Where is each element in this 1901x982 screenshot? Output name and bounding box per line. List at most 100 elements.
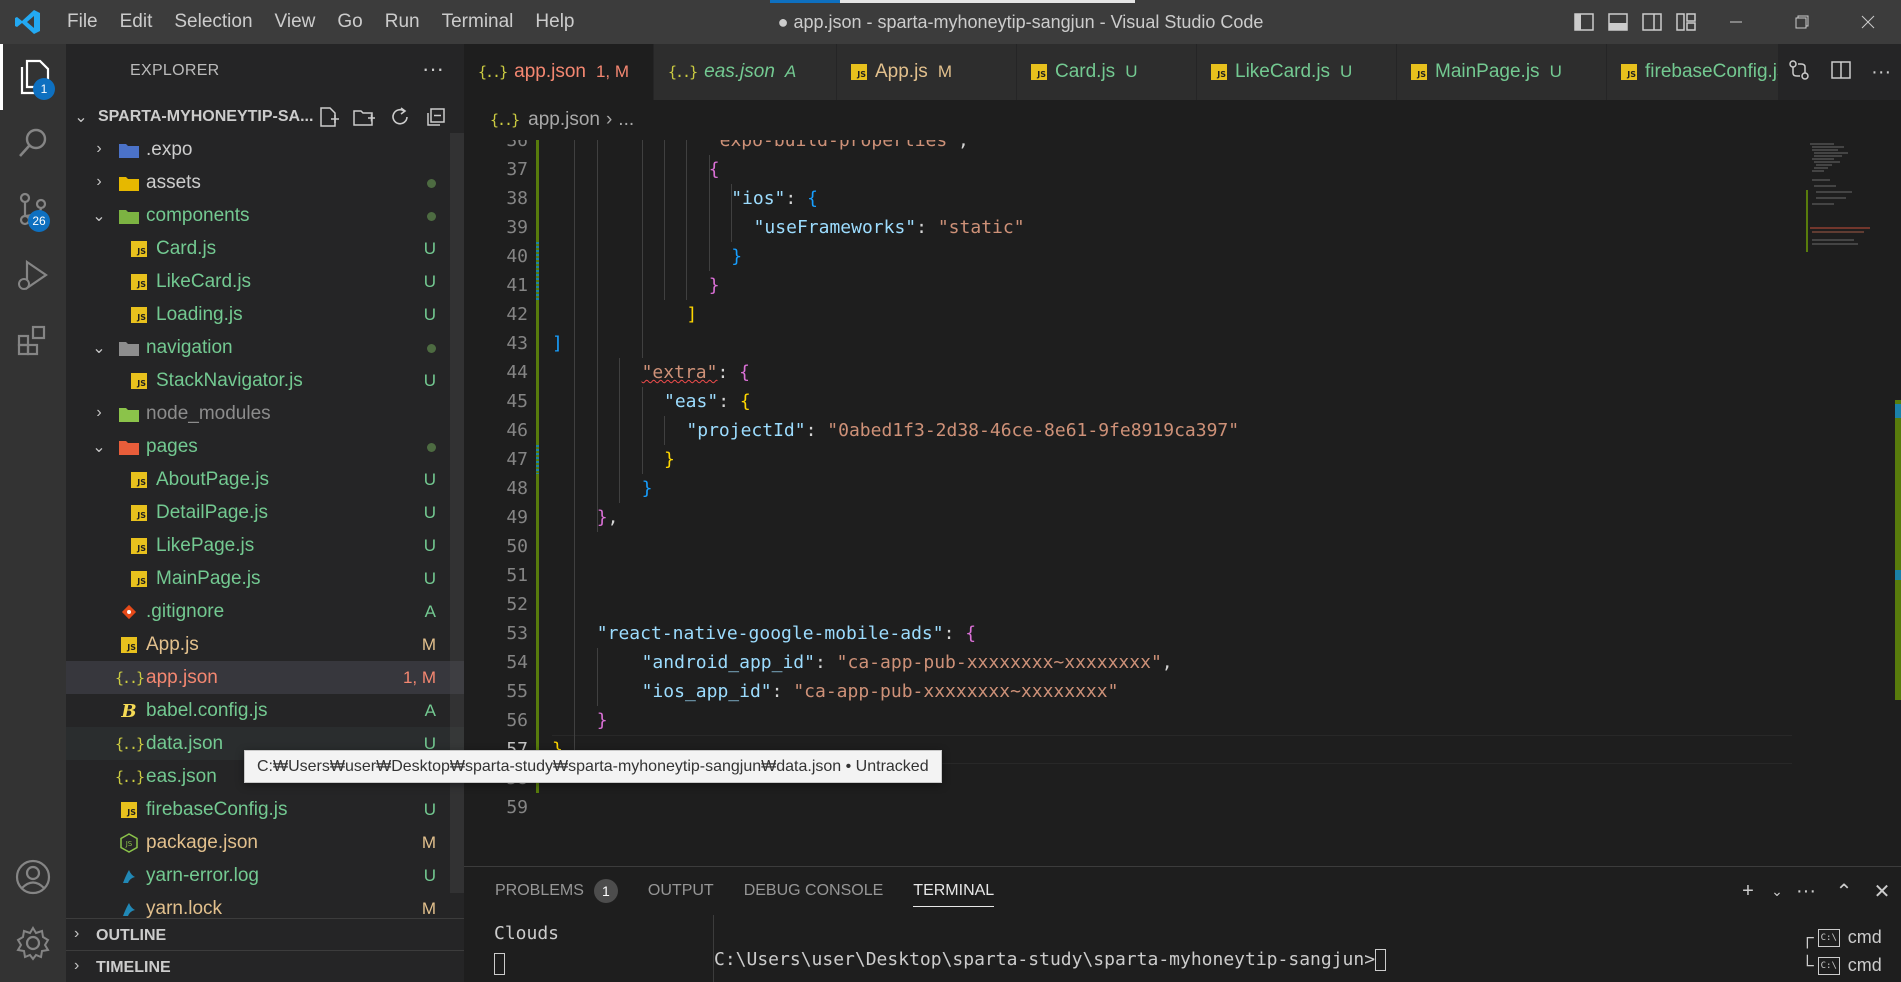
tree-file[interactable]: .gitignore A bbox=[66, 595, 464, 628]
tree-file[interactable]: JS firebaseConfig.js U bbox=[66, 793, 464, 826]
tree-file[interactable]: JS Card.js U bbox=[66, 232, 464, 265]
toggle-primary-sidebar-icon[interactable] bbox=[1567, 0, 1601, 44]
line-number: 39 bbox=[506, 217, 528, 238]
tree-file[interactable]: JS AboutPage.js U bbox=[66, 463, 464, 496]
timeline-section[interactable]: › TIMELINE bbox=[66, 950, 464, 982]
search-icon[interactable] bbox=[0, 110, 66, 176]
tab-output[interactable]: OUTPUT bbox=[648, 867, 714, 915]
tab-debug-console[interactable]: DEBUG CONSOLE bbox=[744, 867, 884, 915]
menu-edit[interactable]: Edit bbox=[109, 11, 164, 33]
more-actions-icon[interactable]: ··· bbox=[1787, 867, 1825, 915]
tree-folder[interactable]: › assets bbox=[66, 166, 464, 199]
split-editor-icon[interactable] bbox=[1830, 59, 1852, 86]
code-text: }, bbox=[596, 507, 619, 528]
open-changes-icon[interactable] bbox=[1788, 59, 1810, 86]
terminal-left-pane[interactable]: Clouds bbox=[464, 915, 714, 982]
close-panel-icon[interactable]: ✕ bbox=[1863, 867, 1901, 915]
tree-folder[interactable]: › .expo bbox=[66, 133, 464, 166]
toggle-secondary-sidebar-icon[interactable] bbox=[1635, 0, 1669, 44]
tree-file[interactable]: yarn-error.log U bbox=[66, 859, 464, 892]
tree-connector-icon: └ bbox=[1801, 955, 1814, 975]
chevron-right-icon: › bbox=[96, 140, 102, 157]
terminal-instance[interactable]: ┌ C:\ cmd bbox=[1801, 927, 1882, 948]
tree-file[interactable]: JS DetailPage.js U bbox=[66, 496, 464, 529]
more-actions-icon[interactable]: ··· bbox=[1871, 61, 1891, 84]
menu-run[interactable]: Run bbox=[374, 11, 431, 33]
line-number: 47 bbox=[506, 449, 528, 470]
tree-file[interactable]: JS MainPage.js U bbox=[66, 562, 464, 595]
code-line: 40} bbox=[464, 242, 1804, 271]
tree-file[interactable]: JS package.json M bbox=[66, 826, 464, 859]
tree-file[interactable]: JS StackNavigator.js U bbox=[66, 364, 464, 397]
clouds-title: Clouds bbox=[494, 923, 560, 944]
editor-scrollbar[interactable] bbox=[1887, 140, 1901, 866]
tree-file[interactable]: JS App.js M bbox=[66, 628, 464, 661]
tree-item-label: components bbox=[146, 205, 250, 226]
tree-file[interactable]: {..} app.json 1, M bbox=[66, 661, 464, 694]
terminal-list: ┌ C:\ cmd └ C:\ cmd bbox=[1771, 915, 1901, 982]
tab-terminal[interactable]: TERMINAL bbox=[913, 867, 994, 915]
new-terminal-icon[interactable]: + bbox=[1729, 867, 1767, 915]
editor-tab[interactable]: {..} eas.json A bbox=[654, 44, 837, 100]
tree-file[interactable]: JS Loading.js U bbox=[66, 298, 464, 331]
terminal-instance[interactable]: └ C:\ cmd bbox=[1801, 955, 1882, 976]
line-number: 49 bbox=[506, 507, 528, 528]
tab-problems[interactable]: PROBLEMS 1 bbox=[495, 867, 618, 915]
refresh-icon[interactable] bbox=[382, 104, 418, 130]
collapse-all-icon[interactable] bbox=[418, 104, 454, 130]
cmd-icon: C:\ bbox=[1817, 928, 1840, 947]
breadcrumb: {..} app.json › ... bbox=[464, 100, 1901, 140]
indent-guide bbox=[641, 140, 643, 358]
panel-tabs: PROBLEMS 1 OUTPUT DEBUG CONSOLE TERMINAL bbox=[464, 867, 1024, 915]
terminal-dropdown-icon[interactable]: ⌄ bbox=[1767, 867, 1787, 915]
editor-tab[interactable]: JS App.js M bbox=[837, 44, 1017, 100]
editor-tab[interactable]: JS MainPage.js U bbox=[1397, 44, 1607, 100]
workspace-root[interactable]: ⌄ SPARTA-MYHONEYTIP-SA... bbox=[66, 100, 464, 133]
maximize-panel-icon[interactable]: ⌃ bbox=[1825, 867, 1863, 915]
menu-file[interactable]: File bbox=[56, 11, 109, 33]
tree-file[interactable]: JS LikeCard.js U bbox=[66, 265, 464, 298]
new-folder-icon[interactable] bbox=[346, 104, 382, 130]
source-control-icon[interactable]: 26 bbox=[0, 176, 66, 242]
extensions-icon[interactable] bbox=[0, 308, 66, 374]
javascript-file-icon: JS bbox=[128, 305, 150, 325]
line-number: 36 bbox=[506, 140, 528, 151]
tree-item-label: Loading.js bbox=[156, 304, 243, 325]
accounts-icon[interactable] bbox=[0, 844, 66, 910]
breadcrumb-rest[interactable]: ... bbox=[618, 109, 634, 131]
settings-gear-icon[interactable] bbox=[0, 910, 66, 976]
menu-terminal[interactable]: Terminal bbox=[431, 11, 525, 33]
minimize-icon[interactable] bbox=[1703, 0, 1769, 44]
editor-tab[interactable]: JS LikeCard.js U bbox=[1197, 44, 1397, 100]
tree-file[interactable]: Bbabel.config.js A bbox=[66, 694, 464, 727]
editor-tab[interactable]: {..} app.json 1, M bbox=[464, 44, 654, 100]
tree-folder[interactable]: ⌄ navigation bbox=[66, 331, 464, 364]
customize-layout-icon[interactable] bbox=[1669, 0, 1703, 44]
menu-go[interactable]: Go bbox=[326, 11, 373, 33]
restore-icon[interactable] bbox=[1769, 0, 1835, 44]
editor-tab[interactable]: JS Card.js U bbox=[1017, 44, 1197, 100]
tree-item-label: node_modules bbox=[146, 403, 271, 424]
outline-section[interactable]: › OUTLINE bbox=[66, 918, 464, 950]
more-actions-icon[interactable]: ··· bbox=[422, 56, 444, 82]
tree-item-label: DetailPage.js bbox=[156, 502, 268, 523]
new-file-icon[interactable] bbox=[310, 104, 346, 130]
editor-tab-label: firebaseConfig.js bbox=[1645, 61, 1787, 82]
menu-view[interactable]: View bbox=[264, 11, 327, 33]
editor-tab[interactable]: JS firebaseConfig.js bbox=[1607, 44, 1787, 100]
terminal-instance-label: cmd bbox=[1847, 927, 1882, 947]
indent-guide bbox=[664, 140, 665, 300]
run-debug-icon[interactable] bbox=[0, 242, 66, 308]
menu-selection[interactable]: Selection bbox=[163, 11, 263, 33]
menu-help[interactable]: Help bbox=[524, 11, 585, 33]
breadcrumb-file[interactable]: app.json bbox=[528, 109, 600, 131]
explorer-icon[interactable]: 1 bbox=[0, 44, 66, 110]
terminal-main-pane[interactable]: C:\Users\user\Desktop\sparta-study\spart… bbox=[714, 915, 1744, 982]
tree-folder[interactable]: ⌄ components bbox=[66, 199, 464, 232]
tree-folder[interactable]: › node_modules bbox=[66, 397, 464, 430]
tree-file[interactable]: JS LikePage.js U bbox=[66, 529, 464, 562]
toggle-panel-icon[interactable] bbox=[1601, 0, 1635, 44]
close-window-icon[interactable] bbox=[1835, 0, 1901, 44]
tree-folder[interactable]: ⌄ pages bbox=[66, 430, 464, 463]
line-number: 44 bbox=[506, 362, 528, 383]
